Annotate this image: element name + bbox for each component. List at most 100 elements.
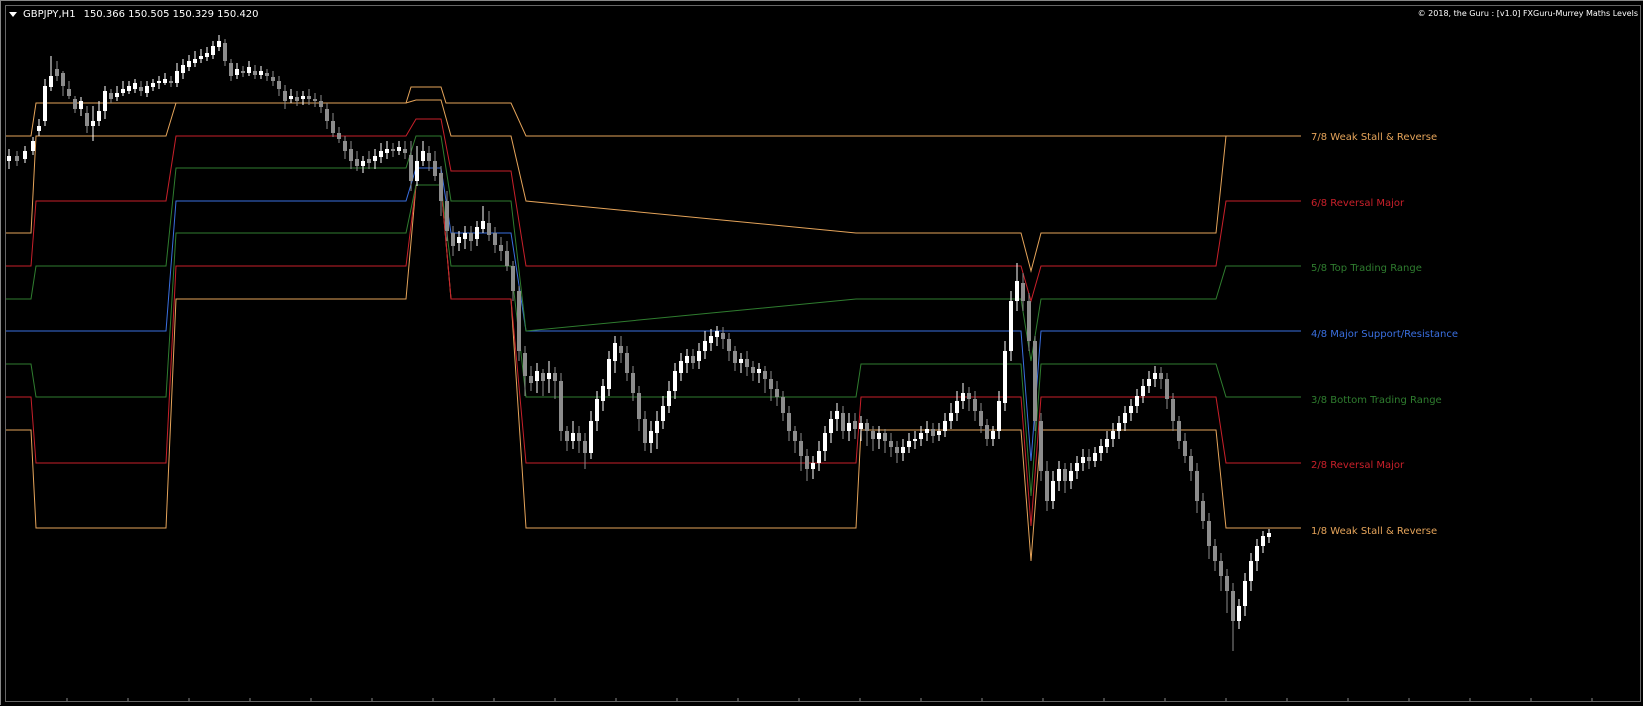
candle-body bbox=[577, 433, 581, 441]
candle bbox=[241, 66, 245, 77]
candle-body bbox=[229, 63, 233, 76]
price-chart[interactable]: 7/8 Weak Stall & Reverse 6/8 Reversal Maj… bbox=[1, 1, 1643, 706]
candle bbox=[607, 351, 611, 396]
candle-body bbox=[835, 411, 839, 419]
candle-body bbox=[661, 406, 665, 421]
candle-body bbox=[757, 369, 761, 373]
candle-body bbox=[739, 359, 743, 363]
candle bbox=[811, 456, 815, 479]
candle bbox=[163, 73, 167, 85]
candle bbox=[1039, 413, 1043, 481]
candle bbox=[667, 381, 671, 413]
candle bbox=[1171, 393, 1175, 431]
candle-body bbox=[979, 411, 983, 426]
candle bbox=[895, 441, 899, 463]
candle bbox=[319, 95, 323, 113]
candle bbox=[43, 79, 47, 126]
candle-body bbox=[745, 359, 749, 367]
level-label-1-8: 1/8 Weak Stall & Reverse bbox=[1311, 526, 1437, 537]
candle bbox=[733, 346, 737, 371]
candle-body bbox=[199, 56, 203, 59]
candle-body bbox=[145, 86, 149, 93]
candle bbox=[1051, 471, 1055, 509]
candle-body bbox=[343, 141, 347, 151]
candle bbox=[289, 89, 293, 103]
candle bbox=[1255, 539, 1259, 571]
candle bbox=[1045, 461, 1049, 511]
candle-body bbox=[469, 233, 473, 241]
candle-body bbox=[133, 83, 137, 89]
candle-body bbox=[553, 373, 557, 381]
candle bbox=[277, 76, 281, 96]
candle-body bbox=[1165, 379, 1169, 399]
candle bbox=[367, 151, 371, 169]
candle bbox=[373, 149, 377, 169]
candle bbox=[1159, 367, 1163, 389]
candle bbox=[601, 379, 605, 411]
candle-body bbox=[805, 456, 809, 469]
candle bbox=[157, 76, 161, 89]
candle-body bbox=[391, 149, 395, 151]
candle-body bbox=[91, 121, 95, 126]
candle bbox=[577, 426, 581, 453]
candle-body bbox=[55, 69, 59, 76]
candle-body bbox=[895, 447, 899, 453]
candle-body bbox=[523, 353, 527, 376]
candle bbox=[931, 423, 935, 443]
candle bbox=[217, 35, 221, 51]
candle bbox=[1003, 341, 1007, 411]
candle bbox=[1219, 553, 1223, 591]
symbol-bar[interactable]: GBPJPY,H1 150.366 150.505 150.329 150.42… bbox=[9, 9, 259, 20]
candle-body bbox=[1225, 576, 1229, 591]
candle bbox=[1141, 379, 1145, 403]
candle-body bbox=[1039, 421, 1043, 471]
candle-body bbox=[73, 99, 77, 109]
candle-body bbox=[535, 371, 539, 381]
candle bbox=[763, 366, 767, 393]
candle-body bbox=[721, 333, 725, 339]
chart-area[interactable]: 7/8 Weak Stall & Reverse 6/8 Reversal Maj… bbox=[0, 0, 1643, 705]
candle bbox=[649, 421, 653, 453]
candle-body bbox=[457, 237, 461, 243]
candle-body bbox=[685, 356, 689, 363]
candle-body bbox=[1267, 533, 1271, 537]
candle-body bbox=[427, 153, 431, 161]
candle bbox=[121, 81, 125, 96]
candle-body bbox=[925, 429, 929, 433]
candle bbox=[229, 59, 233, 81]
candle bbox=[781, 391, 785, 421]
candle bbox=[343, 136, 347, 159]
candle bbox=[535, 363, 539, 393]
candle-body bbox=[997, 401, 1001, 431]
candle-body bbox=[931, 429, 935, 436]
candle-body bbox=[295, 97, 299, 101]
candle-body bbox=[541, 373, 545, 381]
candle bbox=[643, 411, 647, 451]
candle bbox=[475, 221, 479, 246]
candle bbox=[493, 227, 497, 253]
candle bbox=[979, 403, 983, 433]
candle-body bbox=[487, 223, 491, 235]
candle-body bbox=[205, 53, 209, 57]
candle-body bbox=[955, 401, 959, 413]
candle-body bbox=[943, 421, 947, 431]
candle-body bbox=[361, 161, 365, 166]
indicator-copyright: © 2018, the Guru : [v1.0] FXGuru-Murrey … bbox=[1417, 9, 1638, 18]
candle-body bbox=[829, 419, 833, 433]
candle-body bbox=[967, 393, 971, 399]
candle-body bbox=[1027, 301, 1031, 341]
chevron-down-icon[interactable] bbox=[9, 12, 17, 17]
candle bbox=[913, 431, 917, 449]
candle bbox=[571, 421, 575, 449]
candle bbox=[1189, 449, 1193, 481]
candle-body bbox=[37, 126, 41, 131]
candle-body bbox=[67, 89, 71, 96]
candle bbox=[739, 353, 743, 373]
candle bbox=[883, 429, 887, 453]
candle bbox=[31, 137, 35, 155]
candle bbox=[889, 433, 893, 457]
candle bbox=[697, 343, 701, 369]
candle-body bbox=[811, 463, 815, 469]
candle-body bbox=[439, 173, 443, 201]
candle-body bbox=[547, 373, 551, 379]
